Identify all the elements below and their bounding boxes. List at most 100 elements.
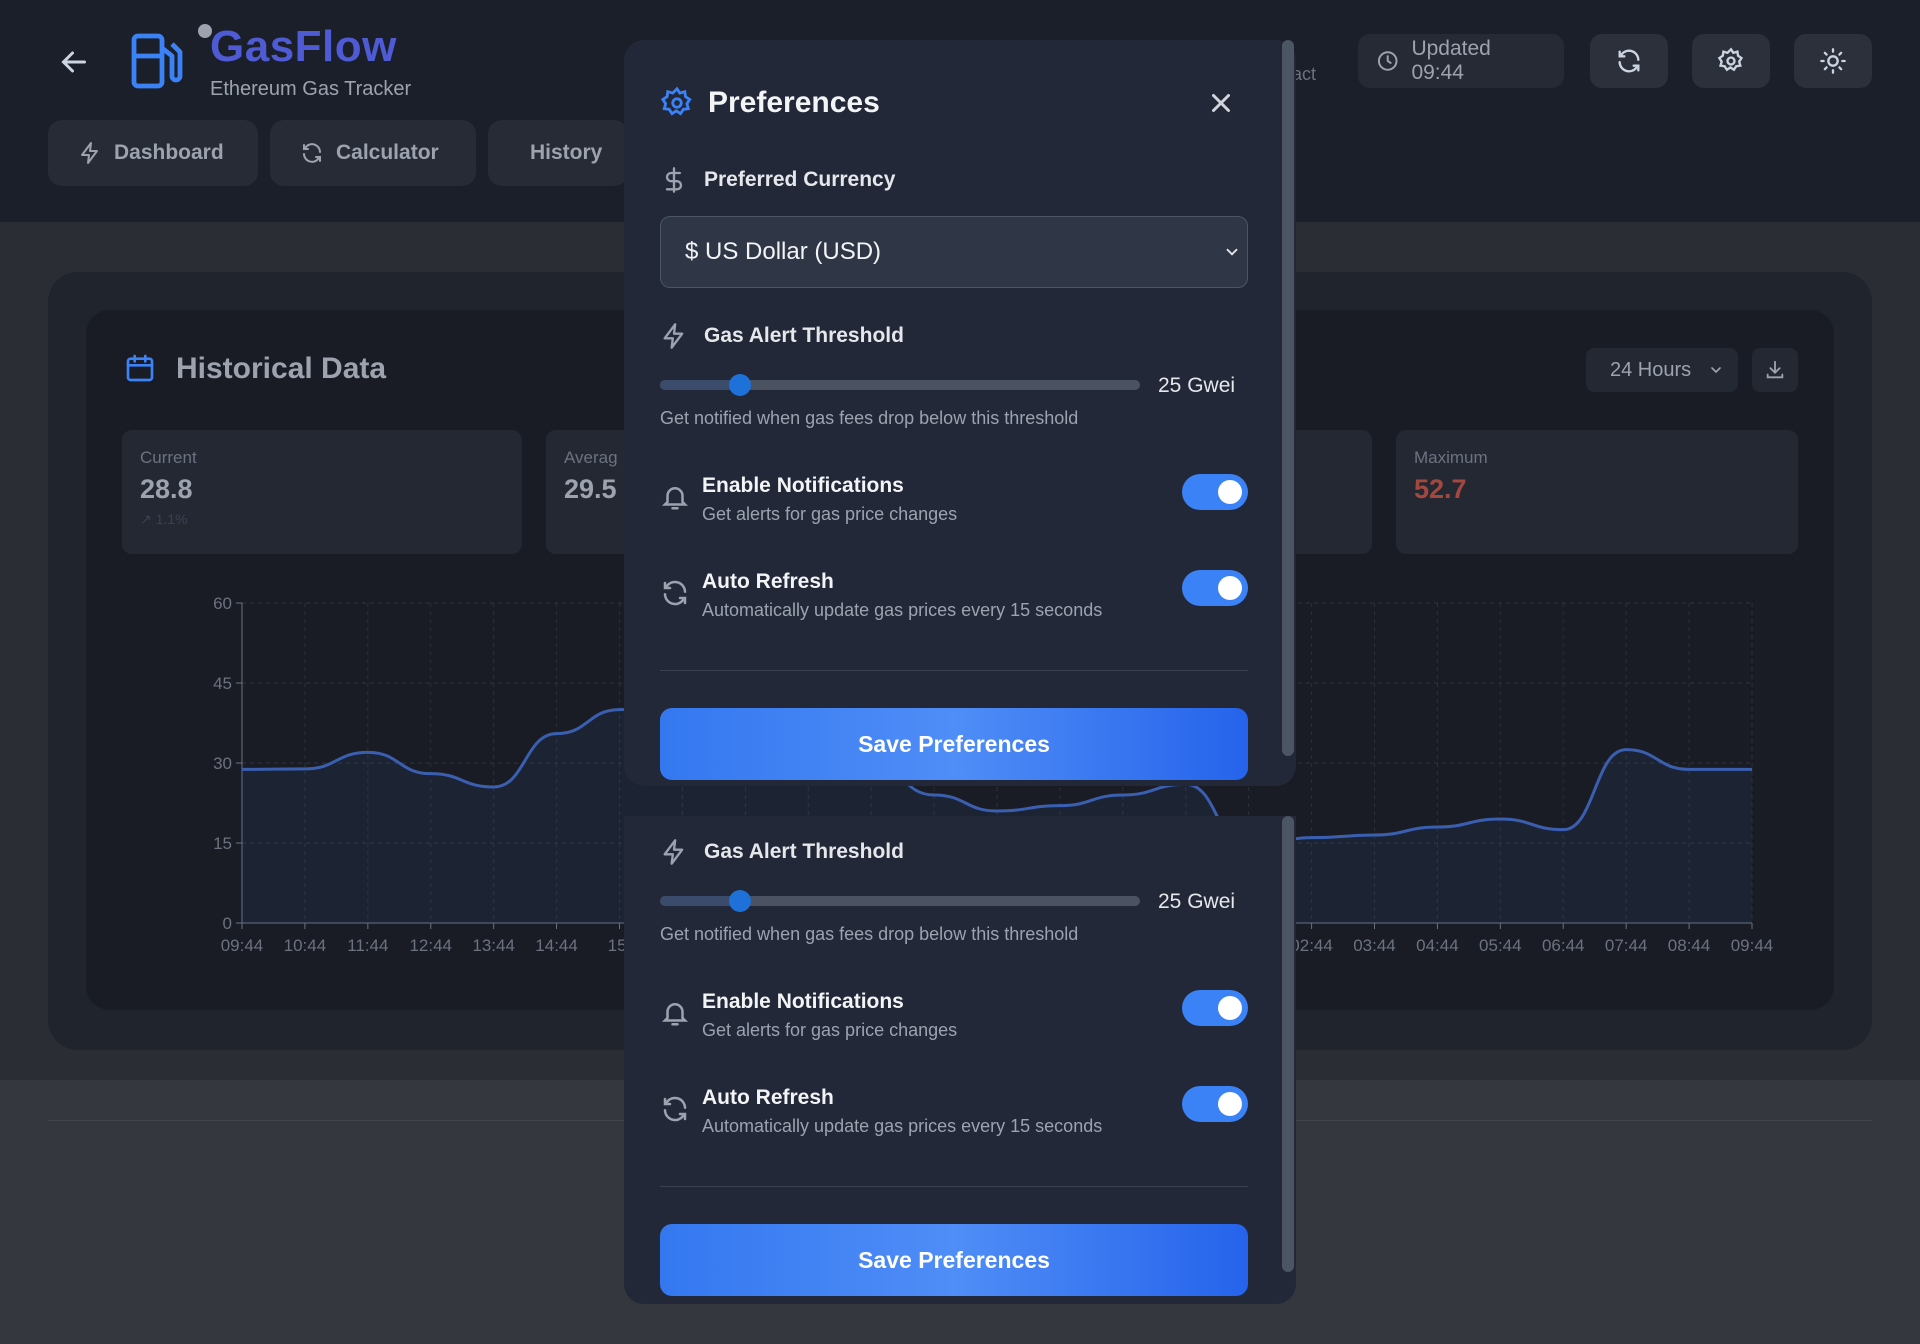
notifications-toggle[interactable] bbox=[1182, 474, 1248, 510]
autorefresh-title: Auto Refresh bbox=[702, 1086, 834, 1109]
y-tick-label: 30 bbox=[213, 754, 232, 773]
bell-icon bbox=[661, 1003, 689, 1026]
updated-label: Updated 09:44 bbox=[1411, 37, 1491, 84]
historical-title: Historical Data bbox=[176, 352, 387, 385]
stat-label: Averag bbox=[564, 448, 618, 467]
notifications-title: Enable Notifications bbox=[702, 990, 904, 1013]
stat-label: Current bbox=[140, 448, 197, 467]
refresh-icon bbox=[303, 143, 321, 163]
back-arrow-icon[interactable] bbox=[56, 44, 92, 80]
data-point bbox=[1499, 818, 1501, 820]
stat-change: ↗ 1.1% bbox=[140, 511, 188, 527]
x-tick-label: 02:44 bbox=[1290, 936, 1333, 955]
stat-value: 29.5 bbox=[564, 474, 617, 504]
x-tick-label: 05:44 bbox=[1479, 936, 1522, 955]
save-preferences-button[interactable]: Save Preferences bbox=[660, 1224, 1248, 1296]
sun-icon bbox=[1820, 48, 1846, 74]
modal-scrollbar[interactable] bbox=[1282, 40, 1294, 756]
time-range-value: 24 Hours bbox=[1610, 358, 1692, 381]
lightning-icon bbox=[81, 142, 98, 164]
data-point bbox=[304, 768, 306, 770]
threshold-slider-fill bbox=[660, 896, 740, 906]
download-button[interactable] bbox=[1752, 348, 1798, 392]
data-point bbox=[933, 794, 935, 796]
data-point bbox=[1374, 834, 1375, 836]
x-tick-label: 12:44 bbox=[409, 936, 452, 955]
gear-icon bbox=[660, 86, 694, 120]
tab-calculator[interactable]: Calculator bbox=[270, 120, 476, 186]
notifications-toggle[interactable] bbox=[1182, 990, 1248, 1026]
modal-divider bbox=[660, 670, 1248, 671]
x-tick-label: 14:44 bbox=[535, 936, 578, 955]
currency-select[interactable]: $ US Dollar (USD) bbox=[660, 216, 1248, 288]
download-icon bbox=[1766, 360, 1784, 379]
currency-label: Preferred Currency bbox=[704, 168, 896, 191]
refresh-icon bbox=[663, 1096, 687, 1122]
threshold-slider-thumb[interactable] bbox=[729, 374, 751, 396]
chevron-down-icon bbox=[1711, 367, 1721, 374]
lightning-icon bbox=[663, 323, 684, 349]
data-point bbox=[1562, 829, 1564, 831]
autorefresh-toggle[interactable] bbox=[1182, 1086, 1248, 1122]
notifications-title: Enable Notifications bbox=[702, 474, 904, 497]
tab-history[interactable]: History bbox=[488, 120, 628, 186]
threshold-value: 25 Gwei bbox=[1158, 890, 1236, 913]
save-preferences-button[interactable]: Save Preferences bbox=[660, 708, 1248, 780]
settings-button[interactable] bbox=[1692, 34, 1770, 88]
threshold-slider[interactable] bbox=[660, 374, 1140, 396]
stat-value: 28.8 bbox=[140, 474, 193, 504]
notifications-desc: Get alerts for gas price changes bbox=[702, 504, 958, 524]
toggle-knob bbox=[1218, 576, 1242, 600]
data-point bbox=[619, 709, 620, 711]
updated-badge: Updated 09:44 bbox=[1358, 34, 1564, 88]
fuel-pump-icon bbox=[128, 28, 188, 92]
threshold-slider[interactable] bbox=[660, 890, 1140, 912]
stat-label: Maximum bbox=[1414, 448, 1488, 467]
data-point bbox=[1625, 749, 1627, 751]
refresh-icon bbox=[1618, 49, 1640, 73]
tab-calculator-label: Calculator bbox=[336, 141, 439, 164]
stat-maximum: Maximum 52.7 bbox=[1396, 430, 1798, 554]
x-tick-label: 09:44 bbox=[1731, 936, 1774, 955]
tab-dashboard[interactable]: Dashboard bbox=[48, 120, 258, 186]
dollar-icon bbox=[665, 167, 683, 193]
data-point bbox=[1311, 837, 1313, 839]
toggle-knob bbox=[1218, 996, 1242, 1020]
preferences-modal: Preferences Preferred Currency $ US Doll… bbox=[624, 40, 1296, 786]
preferences-title: Preferences bbox=[708, 86, 880, 119]
threshold-label: Gas Alert Threshold bbox=[704, 840, 904, 863]
threshold-hint: Get notified when gas fees drop below th… bbox=[660, 408, 1079, 428]
time-range-select[interactable]: 24 Hours bbox=[1586, 348, 1738, 392]
x-tick-label: 06:44 bbox=[1542, 936, 1585, 955]
chevron-down-icon bbox=[1226, 248, 1238, 256]
notifications-desc: Get alerts for gas price changes bbox=[702, 1020, 958, 1040]
theme-toggle-button[interactable] bbox=[1794, 34, 1872, 88]
data-point bbox=[241, 768, 243, 770]
autorefresh-toggle[interactable] bbox=[1182, 570, 1248, 606]
x-tick-label: 03:44 bbox=[1353, 936, 1396, 955]
data-point bbox=[367, 751, 369, 753]
y-tick-label: 45 bbox=[213, 674, 232, 693]
autorefresh-title: Auto Refresh bbox=[702, 570, 834, 593]
autorefresh-desc: Automatically update gas prices every 15… bbox=[702, 1116, 1103, 1136]
app-subtitle: Ethereum Gas Tracker bbox=[210, 78, 412, 100]
threshold-slider-fill bbox=[660, 380, 740, 390]
modal-divider bbox=[660, 1186, 1248, 1187]
refresh-button[interactable] bbox=[1590, 34, 1668, 88]
tab-dashboard-label: Dashboard bbox=[114, 141, 224, 164]
data-point bbox=[1751, 768, 1753, 770]
x-tick-label: 10:44 bbox=[284, 936, 327, 955]
data-point bbox=[1688, 768, 1690, 770]
modal-scrollbar[interactable] bbox=[1282, 816, 1294, 1272]
stat-value: 52.7 bbox=[1414, 474, 1467, 504]
app-name: GasFlow bbox=[210, 22, 397, 71]
threshold-slider-thumb[interactable] bbox=[729, 890, 751, 912]
threshold-label: Gas Alert Threshold bbox=[704, 324, 904, 347]
data-point bbox=[1059, 805, 1061, 807]
data-point bbox=[556, 733, 558, 735]
gear-icon bbox=[1717, 47, 1744, 72]
x-tick-label: 07:44 bbox=[1605, 936, 1648, 955]
threshold-label-row: Gas Alert Threshold bbox=[660, 838, 904, 866]
lightning-icon bbox=[663, 839, 684, 865]
close-icon[interactable] bbox=[1206, 88, 1236, 118]
